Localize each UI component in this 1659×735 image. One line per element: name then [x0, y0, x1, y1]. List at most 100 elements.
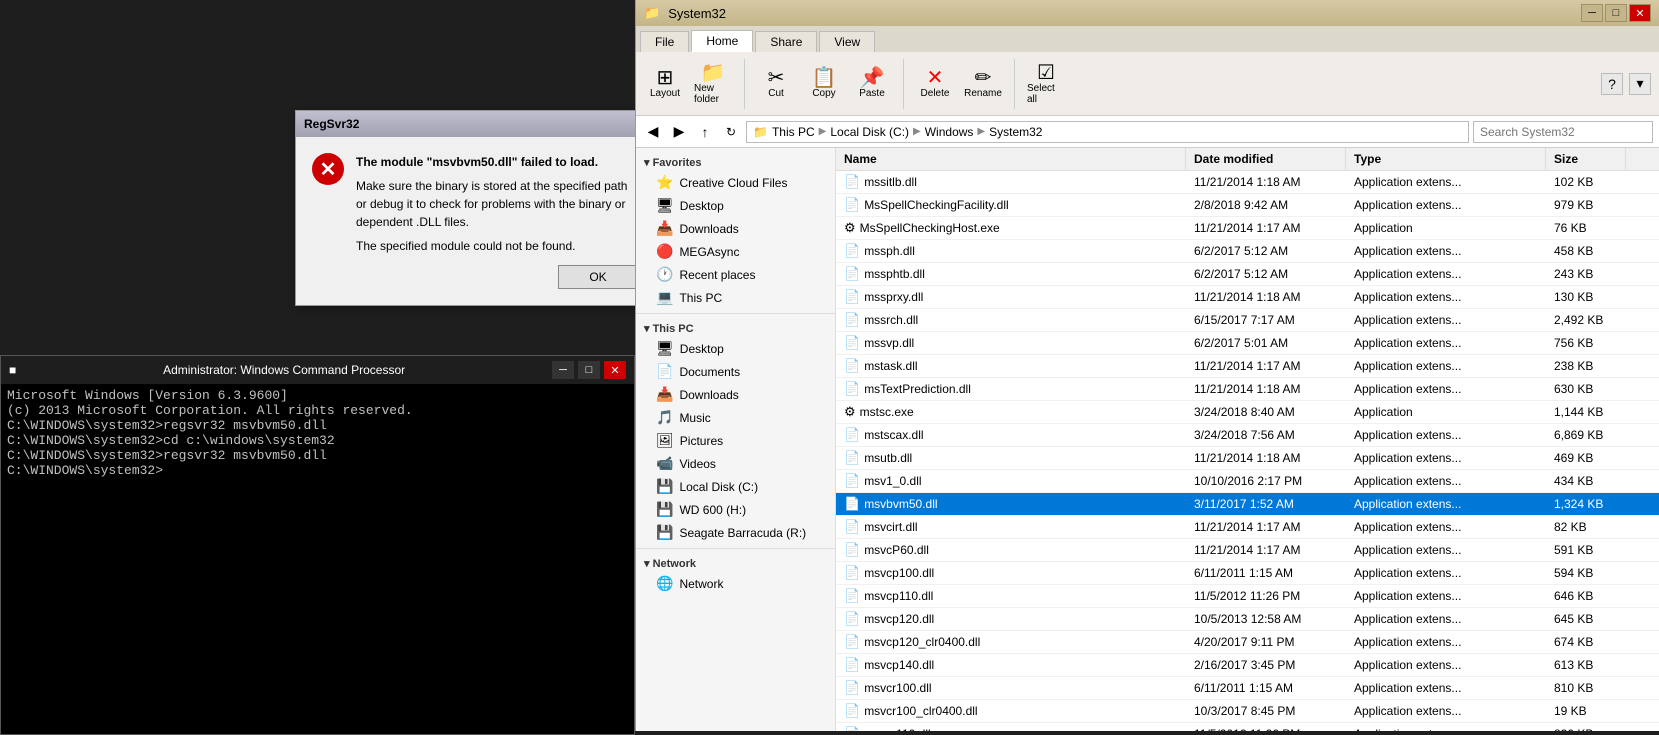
file-name: mstask.dll — [864, 359, 917, 373]
back-button[interactable]: ◀ — [642, 121, 664, 143]
table-row[interactable]: 📄msv1_0.dll10/10/2016 2:17 PMApplication… — [836, 470, 1659, 493]
table-row[interactable]: 📄msvcP60.dll11/21/2014 1:17 AMApplicatio… — [836, 539, 1659, 562]
ribbon-tab-home[interactable]: Home — [691, 30, 753, 52]
addr-part-0[interactable]: This PC — [772, 125, 815, 139]
sidebar-item-thispc-3[interactable]: 🎵Music — [636, 406, 835, 429]
ribbon-expand-btn[interactable]: ▾ — [1629, 73, 1651, 95]
explorer-minimize-button[interactable]: ─ — [1581, 4, 1603, 22]
sidebar-item-fav-1[interactable]: 🖥Desktop — [636, 194, 835, 217]
explorer-close-button[interactable]: ✕ — [1629, 4, 1651, 22]
ribbon-tab-share[interactable]: Share — [755, 31, 817, 52]
sidebar-item-thispc-0[interactable]: 🖥Desktop — [636, 337, 835, 360]
addr-part-1[interactable]: Local Disk (C:) — [830, 125, 909, 139]
sidebar-item-label: Desktop — [680, 342, 724, 356]
table-row[interactable]: 📄MsSpellCheckingFacility.dll2/8/2018 9:4… — [836, 194, 1659, 217]
file-date-cell: 2/8/2018 9:42 AM — [1186, 194, 1346, 216]
table-row[interactable]: 📄msvcp100.dll6/11/2011 1:15 AMApplicatio… — [836, 562, 1659, 585]
sidebar-item-icon: 💻 — [656, 289, 673, 306]
sidebar-item-fav-0[interactable]: ⭐Creative Cloud Files — [636, 171, 835, 194]
filelist-rows: 📄mssitlb.dll11/21/2014 1:18 AMApplicatio… — [836, 171, 1659, 731]
ribbon-tab-file[interactable]: File — [640, 31, 689, 52]
table-row[interactable]: 📄mssphtb.dll6/2/2017 5:12 AMApplication … — [836, 263, 1659, 286]
explorer-restore-button[interactable]: □ — [1605, 4, 1627, 22]
table-row[interactable]: 📄msvcr110.dll11/5/2012 11:26 PMApplicati… — [836, 723, 1659, 731]
file-name-cell: 📄msvcp100.dll — [836, 562, 1186, 584]
sidebar-item-label: Local Disk (C:) — [679, 480, 758, 494]
table-row[interactable]: 📄mssvp.dll6/2/2017 5:01 AMApplication ex… — [836, 332, 1659, 355]
ribbon-select-all-btn[interactable]: ☑Select all — [1025, 61, 1067, 107]
table-row[interactable]: 📄msvcp120_clr0400.dll4/20/2017 9:11 PMAp… — [836, 631, 1659, 654]
table-row[interactable]: 📄mssph.dll6/2/2017 5:12 AMApplication ex… — [836, 240, 1659, 263]
sidebar-item-thispc-8[interactable]: 💾Seagate Barracuda (R:) — [636, 521, 835, 544]
cmd-restore-button[interactable]: □ — [578, 361, 600, 379]
table-row[interactable]: 📄msvcp120.dll10/5/2013 12:58 AMApplicati… — [836, 608, 1659, 631]
table-row[interactable]: 📄mstask.dll11/21/2014 1:17 AMApplication… — [836, 355, 1659, 378]
table-row[interactable]: 📄msvcp110.dll11/5/2012 11:26 PMApplicati… — [836, 585, 1659, 608]
sidebar-item-thispc-4[interactable]: 🖼Pictures — [636, 429, 835, 452]
up-button[interactable]: ↑ — [694, 121, 716, 143]
ribbon-copy-btn[interactable]: 📋Copy — [803, 66, 845, 101]
table-row[interactable]: 📄msvcr100.dll6/11/2011 1:15 AMApplicatio… — [836, 677, 1659, 700]
file-date-cell: 3/11/2017 1:52 AM — [1186, 493, 1346, 515]
table-row[interactable]: 📄mstscax.dll3/24/2018 7:56 AMApplication… — [836, 424, 1659, 447]
ribbon-delete-btn[interactable]: ✕Delete — [914, 66, 956, 101]
cmd-minimize-button[interactable]: ─ — [552, 361, 574, 379]
file-name-cell: 📄msvcp120.dll — [836, 608, 1186, 630]
sidebar-item-thispc-6[interactable]: 💾Local Disk (C:) — [636, 475, 835, 498]
sidebar-item-thispc-1[interactable]: 📄Documents — [636, 360, 835, 383]
sidebar-item-fav-2[interactable]: 📥Downloads — [636, 217, 835, 240]
sidebar-item-thispc-7[interactable]: 💾WD 600 (H:) — [636, 498, 835, 521]
file-name-cell: 📄msvcp120_clr0400.dll — [836, 631, 1186, 653]
table-row[interactable]: 📄mssprxy.dll11/21/2014 1:18 AMApplicatio… — [836, 286, 1659, 309]
regsvr-ok-button[interactable]: OK — [558, 265, 638, 289]
ribbon-rename-btn[interactable]: ✏Rename — [962, 66, 1004, 101]
file-name: msvcr100_clr0400.dll — [864, 704, 977, 718]
sidebar-item-network-0[interactable]: 🌐Network — [636, 572, 835, 595]
table-row[interactable]: 📄mssrch.dll6/15/2017 7:17 AMApplication … — [836, 309, 1659, 332]
forward-button[interactable]: ▶ — [668, 121, 690, 143]
sidebar-item-fav-5[interactable]: 💻This PC — [636, 286, 835, 309]
col-header-type[interactable]: Type — [1346, 148, 1546, 170]
file-name: mssphtb.dll — [864, 267, 925, 281]
file-size-cell: 674 KB — [1546, 631, 1626, 653]
table-row[interactable]: ⚙mstsc.exe3/24/2018 8:40 AMApplication1,… — [836, 401, 1659, 424]
ribbon-tab-view[interactable]: View — [819, 31, 875, 52]
refresh-button[interactable]: ↻ — [720, 121, 742, 143]
col-header-date-modified[interactable]: Date modified — [1186, 148, 1346, 170]
table-row[interactable]: 📄msutb.dll11/21/2014 1:18 AMApplication … — [836, 447, 1659, 470]
ribbon-new-folder-btn[interactable]: 📁New folder — [692, 61, 734, 107]
sidebar-item-label: WD 600 (H:) — [679, 503, 746, 517]
sidebar-item-fav-3[interactable]: 🔴MEGAsync — [636, 240, 835, 263]
ribbon-help-btn[interactable]: ? — [1601, 73, 1623, 95]
sidebar-item-thispc-2[interactable]: 📥Downloads — [636, 383, 835, 406]
table-row[interactable]: 📄msTextPrediction.dll11/21/2014 1:18 AMA… — [836, 378, 1659, 401]
file-type-cell: Application extens... — [1346, 355, 1546, 377]
col-header-size[interactable]: Size — [1546, 148, 1626, 170]
ribbon-cut-btn[interactable]: ✂Cut — [755, 66, 797, 101]
addr-part-2[interactable]: Windows — [925, 125, 974, 139]
sidebar-item-fav-4[interactable]: 🕐Recent places — [636, 263, 835, 286]
file-icon: 📄 — [844, 634, 860, 650]
col-header-name[interactable]: Name — [836, 148, 1186, 170]
ribbon-paste-btn[interactable]: 📌Paste — [851, 66, 893, 101]
table-row[interactable]: 📄msvcirt.dll11/21/2014 1:17 AMApplicatio… — [836, 516, 1659, 539]
table-row[interactable]: ⚙MsSpellCheckingHost.exe11/21/2014 1:17 … — [836, 217, 1659, 240]
search-input[interactable] — [1473, 121, 1653, 143]
file-date-cell: 3/24/2018 7:56 AM — [1186, 424, 1346, 446]
sidebar-item-label: Network — [679, 577, 723, 591]
address-path-bar[interactable]: 📁This PC ▶ Local Disk (C:) ▶ Windows ▶ S… — [746, 121, 1469, 143]
table-row[interactable]: 📄msvcr100_clr0400.dll10/3/2017 8:45 PMAp… — [836, 700, 1659, 723]
sidebar-item-thispc-5[interactable]: 📹Videos — [636, 452, 835, 475]
table-row[interactable]: 📄msvcp140.dll2/16/2017 3:45 PMApplicatio… — [836, 654, 1659, 677]
table-row[interactable]: 📄mssitlb.dll11/21/2014 1:18 AMApplicatio… — [836, 171, 1659, 194]
ribbon-view-btn[interactable]: ⊞Layout — [644, 66, 686, 101]
file-size-cell: 756 KB — [1546, 332, 1626, 354]
explorer-addressbar: ◀ ▶ ↑ ↻ 📁This PC ▶ Local Disk (C:) ▶ Win… — [636, 116, 1659, 148]
addr-part-3[interactable]: System32 — [989, 125, 1042, 139]
sidebar-item-icon: 📹 — [656, 455, 673, 472]
file-size-cell: 19 KB — [1546, 700, 1626, 722]
cmd-close-button[interactable]: ✕ — [604, 361, 626, 379]
file-size-cell: 630 KB — [1546, 378, 1626, 400]
file-date-cell: 11/21/2014 1:17 AM — [1186, 217, 1346, 239]
table-row[interactable]: 📄msvbvm50.dll3/11/2017 1:52 AMApplicatio… — [836, 493, 1659, 516]
